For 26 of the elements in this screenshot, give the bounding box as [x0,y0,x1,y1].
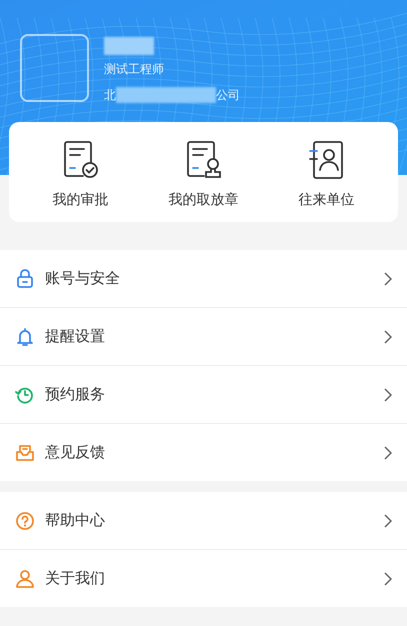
menu-item[interactable]: 帮助中心 [0,492,407,549]
chevron-right-icon [384,514,392,528]
menu-item[interactable]: 提醒设置 [0,308,407,365]
lock-icon [15,268,35,288]
company-name-end: 公司 [216,87,240,104]
shortcut-button[interactable]: 我的取放章 [148,140,258,222]
avatar-frame[interactable] [20,34,89,102]
chevron-right-icon [384,572,392,586]
shortcut-button[interactable]: 我的审批 [26,140,136,222]
company-name-start: 北 [104,87,116,104]
shortcut-button[interactable]: 往来单位 [272,140,382,222]
chevron-right-icon [384,388,392,402]
menu-item[interactable]: 关于我们 [0,550,407,607]
menu-item[interactable]: 预约服务 [0,366,407,423]
job-title: 测试工程师 [104,61,165,78]
help-icon [15,510,35,530]
chevron-right-icon [384,330,392,344]
chevron-right-icon [384,272,392,286]
inbox-icon [15,442,35,462]
menu-item[interactable]: 账号与安全 [0,250,407,307]
redacted-name [104,37,154,55]
bell-icon [15,326,35,346]
chevron-right-icon [384,446,392,460]
history-icon [15,384,35,404]
menu-item[interactable]: 意见反馈 [0,424,407,481]
user-icon [15,568,35,588]
